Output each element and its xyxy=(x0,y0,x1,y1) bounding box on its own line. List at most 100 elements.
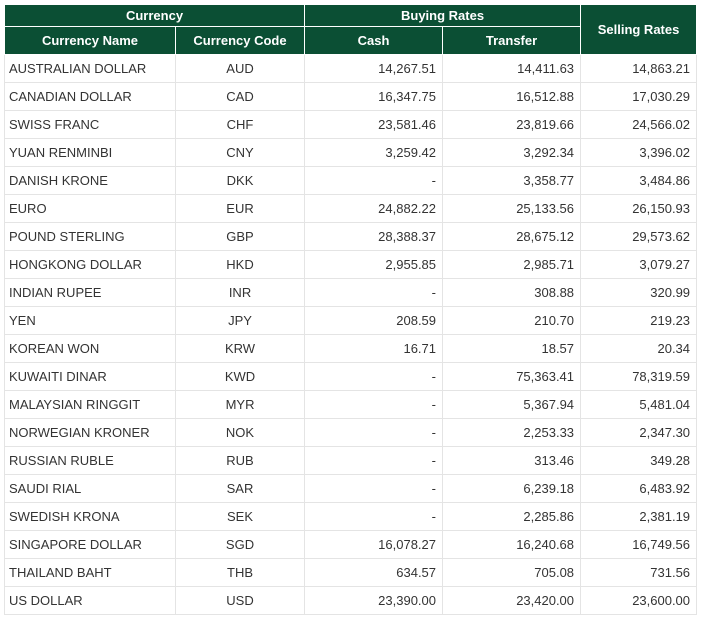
selling-rate-cell: 2,381.19 xyxy=(580,502,698,531)
currency-name-cell: SAUDI RIAL xyxy=(4,474,176,503)
selling-rate-cell: 20.34 xyxy=(580,334,698,363)
currency-code-cell: EUR xyxy=(174,194,306,223)
selling-rate-cell: 78,319.59 xyxy=(580,362,698,391)
currency-code-cell: RUB xyxy=(174,446,306,475)
transfer-rate-cell: 2,285.86 xyxy=(442,502,582,531)
currency-code-cell: SAR xyxy=(174,474,306,503)
selling-rate-cell: 320.99 xyxy=(580,278,698,307)
header-currency-code: Currency Code xyxy=(174,26,306,55)
table-row: CANADIAN DOLLAR CAD 16,347.75 16,512.88 17,0… xyxy=(4,82,698,111)
currency-code-cell: CAD xyxy=(174,82,306,111)
selling-rate-cell: 29,573.62 xyxy=(580,222,698,251)
table-row: SINGAPORE DOLLAR SGD 16,078.27 16,240.68 16,… xyxy=(4,530,698,559)
currency-name-cell: SWISS FRANC xyxy=(4,110,176,139)
selling-rate-cell: 24,566.02 xyxy=(580,110,698,139)
selling-rate-cell: 17,030.29 xyxy=(580,82,698,111)
selling-rate-cell: 5,481.04 xyxy=(580,390,698,419)
table-body: AUSTRALIAN DOLLAR AUD 14,267.51 14,411.63 14… xyxy=(4,54,698,615)
selling-rate-cell: 349.28 xyxy=(580,446,698,475)
transfer-rate-cell: 16,512.88 xyxy=(442,82,582,111)
table-row: KOREAN WON KRW 16.71 18.57 20.34 xyxy=(4,334,698,363)
currency-name-cell: POUND STERLING xyxy=(4,222,176,251)
cash-rate-cell: - xyxy=(304,474,444,503)
currency-name-cell: KOREAN WON xyxy=(4,334,176,363)
selling-rate-cell: 26,150.93 xyxy=(580,194,698,223)
table-row: SWEDISH KRONA SEK -2,285.86 2,381.19 xyxy=(4,502,698,531)
currency-name-cell: RUSSIAN RUBLE xyxy=(4,446,176,475)
selling-rate-cell: 3,079.27 xyxy=(580,250,698,279)
header-buying-rates: Buying Rates xyxy=(304,4,582,27)
cash-rate-cell: 634.57 xyxy=(304,558,444,587)
header-currency-name: Currency Name xyxy=(4,26,176,55)
selling-rate-cell: 219.23 xyxy=(580,306,698,335)
cash-rate-cell: 3,259.42 xyxy=(304,138,444,167)
currency-name-cell: KUWAITI DINAR xyxy=(4,362,176,391)
table-row: YEN JPY 208.59 210.70 219.23 xyxy=(4,306,698,335)
currency-code-cell: DKK xyxy=(174,166,306,195)
transfer-rate-cell: 18.57 xyxy=(442,334,582,363)
cash-rate-cell: - xyxy=(304,418,444,447)
currency-code-cell: NOK xyxy=(174,418,306,447)
currency-name-cell: YEN xyxy=(4,306,176,335)
selling-rate-cell: 3,396.02 xyxy=(580,138,698,167)
selling-rate-cell: 731.56 xyxy=(580,558,698,587)
transfer-rate-cell: 28,675.12 xyxy=(442,222,582,251)
table-row: KUWAITI DINAR KWD -75,363.41 78,319.59 xyxy=(4,362,698,391)
currency-name-cell: SWEDISH KRONA xyxy=(4,502,176,531)
transfer-rate-cell: 5,367.94 xyxy=(442,390,582,419)
selling-rate-cell: 6,483.92 xyxy=(580,474,698,503)
header-row-groups: Currency Buying Rates Selling Rates xyxy=(3,4,698,55)
transfer-rate-cell: 16,240.68 xyxy=(442,530,582,559)
currency-code-cell: JPY xyxy=(174,306,306,335)
cash-rate-cell: 16,078.27 xyxy=(304,530,444,559)
table-row: EURO EUR 24,882.22 25,133.56 26,150.93 xyxy=(4,194,698,223)
selling-rate-cell: 2,347.30 xyxy=(580,418,698,447)
cash-rate-cell: - xyxy=(304,278,444,307)
cash-rate-cell: 23,581.46 xyxy=(304,110,444,139)
currency-name-cell: HONGKONG DOLLAR xyxy=(4,250,176,279)
cash-rate-cell: - xyxy=(304,446,444,475)
cash-rate-cell: 16.71 xyxy=(304,334,444,363)
transfer-rate-cell: 23,819.66 xyxy=(442,110,582,139)
currency-code-cell: THB xyxy=(174,558,306,587)
table-row: MALAYSIAN RINGGIT MYR -5,367.94 5,481.04 xyxy=(4,390,698,419)
transfer-rate-cell: 3,292.34 xyxy=(442,138,582,167)
table-row: NORWEGIAN KRONER NOK -2,253.33 2,347.30 xyxy=(4,418,698,447)
currency-name-cell: CANADIAN DOLLAR xyxy=(4,82,176,111)
currency-name-cell: EURO xyxy=(4,194,176,223)
transfer-rate-cell: 2,253.33 xyxy=(442,418,582,447)
transfer-rate-cell: 3,358.77 xyxy=(442,166,582,195)
transfer-rate-cell: 75,363.41 xyxy=(442,362,582,391)
transfer-rate-cell: 210.70 xyxy=(442,306,582,335)
transfer-rate-cell: 25,133.56 xyxy=(442,194,582,223)
currency-name-cell: MALAYSIAN RINGGIT xyxy=(4,390,176,419)
currency-code-cell: CHF xyxy=(174,110,306,139)
transfer-rate-cell: 23,420.00 xyxy=(442,586,582,615)
cash-rate-cell: - xyxy=(304,166,444,195)
table-row: AUSTRALIAN DOLLAR AUD 14,267.51 14,411.63 14… xyxy=(4,54,698,83)
header-transfer: Transfer xyxy=(442,26,582,55)
currency-name-cell: AUSTRALIAN DOLLAR xyxy=(4,54,176,83)
currency-code-cell: CNY xyxy=(174,138,306,167)
cash-rate-cell: 14,267.51 xyxy=(304,54,444,83)
currency-name-cell: THAILAND BAHT xyxy=(4,558,176,587)
table-header: Currency Buying Rates Selling Rates Curr… xyxy=(3,4,698,55)
transfer-rate-cell: 2,985.71 xyxy=(442,250,582,279)
transfer-rate-cell: 705.08 xyxy=(442,558,582,587)
table-row: US DOLLAR USD 23,390.00 23,420.00 23,600.00 xyxy=(4,586,698,615)
currency-code-cell: USD xyxy=(174,586,306,615)
table-row: INDIAN RUPEE INR -308.88 320.99 xyxy=(4,278,698,307)
header-cash: Cash xyxy=(304,26,444,55)
currency-code-cell: INR xyxy=(174,278,306,307)
currency-code-cell: KWD xyxy=(174,362,306,391)
cash-rate-cell: - xyxy=(304,502,444,531)
exchange-rates-table: Currency Buying Rates Selling Rates Curr… xyxy=(3,4,698,615)
transfer-rate-cell: 313.46 xyxy=(442,446,582,475)
currency-name-cell: SINGAPORE DOLLAR xyxy=(4,530,176,559)
cash-rate-cell: - xyxy=(304,362,444,391)
currency-code-cell: SGD xyxy=(174,530,306,559)
transfer-rate-cell: 6,239.18 xyxy=(442,474,582,503)
transfer-rate-cell: 308.88 xyxy=(442,278,582,307)
currency-code-cell: KRW xyxy=(174,334,306,363)
cash-rate-cell: 28,388.37 xyxy=(304,222,444,251)
